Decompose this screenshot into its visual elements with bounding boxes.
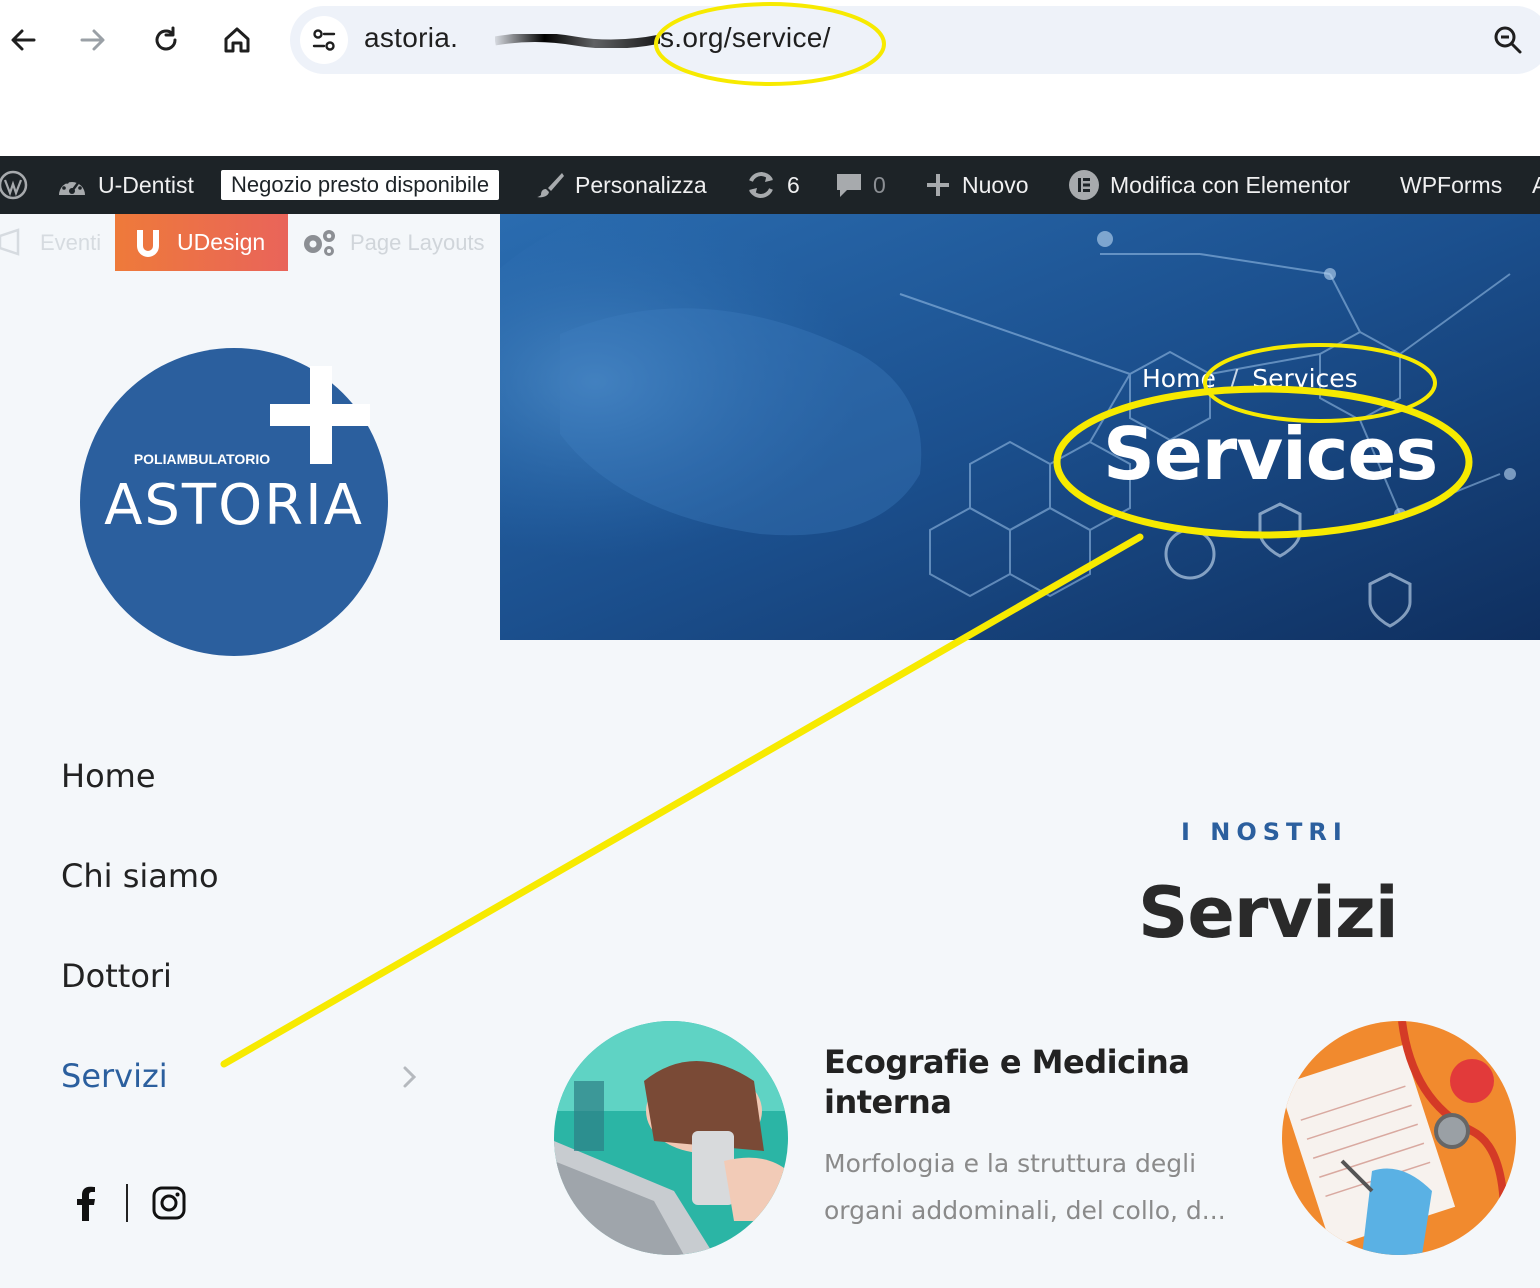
gears-icon <box>304 229 335 256</box>
comments-count: 0 <box>873 171 886 198</box>
chevron-right-icon[interactable] <box>398 1062 422 1092</box>
site-name-menu[interactable]: U-Dentist <box>56 156 194 214</box>
dashboard-gauge-icon <box>59 180 85 195</box>
plus-icon <box>927 174 949 196</box>
breadcrumb: Home / Services <box>1142 364 1358 393</box>
home-icon <box>224 27 250 53</box>
udesign-label: UDesign <box>177 229 266 255</box>
zoom-icon <box>1494 26 1522 54</box>
section-title: Servizi <box>1138 872 1399 954</box>
page-layouts-tab[interactable]: Page Layouts <box>300 214 485 271</box>
menu-item-chi-siamo[interactable]: Chi siamo <box>61 857 219 895</box>
home-button[interactable] <box>217 20 257 60</box>
wp-logo-button[interactable] <box>0 156 30 214</box>
menu-item-home[interactable]: Home <box>61 757 156 795</box>
store-notice-label: Negozio presto disponibile <box>221 170 500 200</box>
logo-subtitle: POLIAMBULATORIO <box>134 451 270 467</box>
reload-button[interactable] <box>146 20 186 60</box>
facebook-icon <box>77 1186 95 1221</box>
store-notice-badge[interactable]: Negozio presto disponibile <box>221 156 500 214</box>
menu-item-dottori[interactable]: Dottori <box>61 957 172 995</box>
new-content-menu[interactable]: Nuovo <box>924 156 1028 214</box>
site-info-button[interactable] <box>300 16 348 64</box>
updates-sync-icon <box>749 172 773 198</box>
customize-label: Personalizza <box>575 171 707 198</box>
page-title: Services <box>1103 412 1438 496</box>
elementor-icon <box>1069 170 1099 200</box>
ultrasound-photo <box>554 1021 788 1255</box>
paintbrush-icon <box>537 173 564 198</box>
forward-arrow-icon <box>80 29 105 51</box>
service-card-description: Morfologia e la struttura degli organi a… <box>824 1149 1226 1225</box>
elementor-edit-link[interactable]: Modifica con Elementor <box>1068 156 1350 214</box>
reload-icon <box>155 26 177 51</box>
menu-item-servizi[interactable]: Servizi <box>61 1057 168 1095</box>
ultrasound-service-image[interactable] <box>554 1021 788 1255</box>
astoria-logo[interactable]: POLIAMBULATORIO ASTORIA <box>80 348 388 656</box>
astoria-logo-mark: POLIAMBULATORIO ASTORIA <box>80 348 388 656</box>
instagram-icon <box>152 1186 186 1220</box>
customize-link[interactable]: Personalizza <box>535 156 707 214</box>
eventi-tab[interactable]: Eventi <box>0 214 115 271</box>
comments-link[interactable]: 0 <box>835 156 886 214</box>
page-layouts-label: Page Layouts <box>350 229 485 255</box>
elementor-label: Modifica con Elementor <box>1110 171 1351 198</box>
eventi-label: Eventi <box>40 229 102 255</box>
back-arrow-icon <box>11 29 36 51</box>
wordpress-icon <box>0 170 28 200</box>
site-name-label: U-Dentist <box>98 171 194 198</box>
udesign-logo-icon <box>137 229 159 257</box>
logo-name: ASTORIA <box>104 473 364 538</box>
redaction-mark <box>495 34 660 48</box>
zoom-button[interactable] <box>1486 20 1530 60</box>
updates-count: 6 <box>787 171 800 198</box>
breadcrumb-home-link[interactable]: Home <box>1142 364 1216 393</box>
cardiology-photo <box>1282 1021 1516 1255</box>
events-megaphone-icon <box>0 227 20 256</box>
url-host: astoria. <box>364 22 459 53</box>
social-divider <box>126 1184 128 1222</box>
back-button[interactable] <box>3 20 43 60</box>
facebook-link[interactable] <box>66 1183 106 1223</box>
overflow-label: A <box>1532 171 1540 198</box>
updates-link[interactable]: 6 <box>745 156 800 214</box>
instagram-link[interactable] <box>149 1183 189 1223</box>
tune-icon <box>312 29 336 51</box>
url-path: s.org/service/ <box>660 22 831 53</box>
cardiology-service-image[interactable] <box>1282 1021 1516 1255</box>
adminbar-overflow-item[interactable]: A <box>1532 156 1540 214</box>
new-content-label: Nuovo <box>962 171 1029 198</box>
udesign-tab[interactable]: UDesign <box>115 214 288 271</box>
address-bar[interactable] <box>290 6 1540 74</box>
breadcrumb-separator: / <box>1229 364 1239 393</box>
wpforms-menu[interactable]: WPForms <box>1400 156 1502 214</box>
wp-admin-bar: U-Dentist Negozio presto disponibile Per… <box>0 156 1540 214</box>
breadcrumb-current: Services <box>1252 364 1358 393</box>
forward-button[interactable] <box>73 20 113 60</box>
section-eyebrow: I NOSTRI <box>1181 818 1348 846</box>
comment-bubble-icon <box>837 174 861 197</box>
page-root: astoria. s.org/service/ U-Dentist Negozi… <box>0 0 1540 1288</box>
service-card-title[interactable]: Ecografie e Medicina interna <box>824 1042 1244 1122</box>
wpforms-label: WPForms <box>1400 171 1503 198</box>
browser-toolbar: astoria. s.org/service/ <box>0 0 1540 156</box>
